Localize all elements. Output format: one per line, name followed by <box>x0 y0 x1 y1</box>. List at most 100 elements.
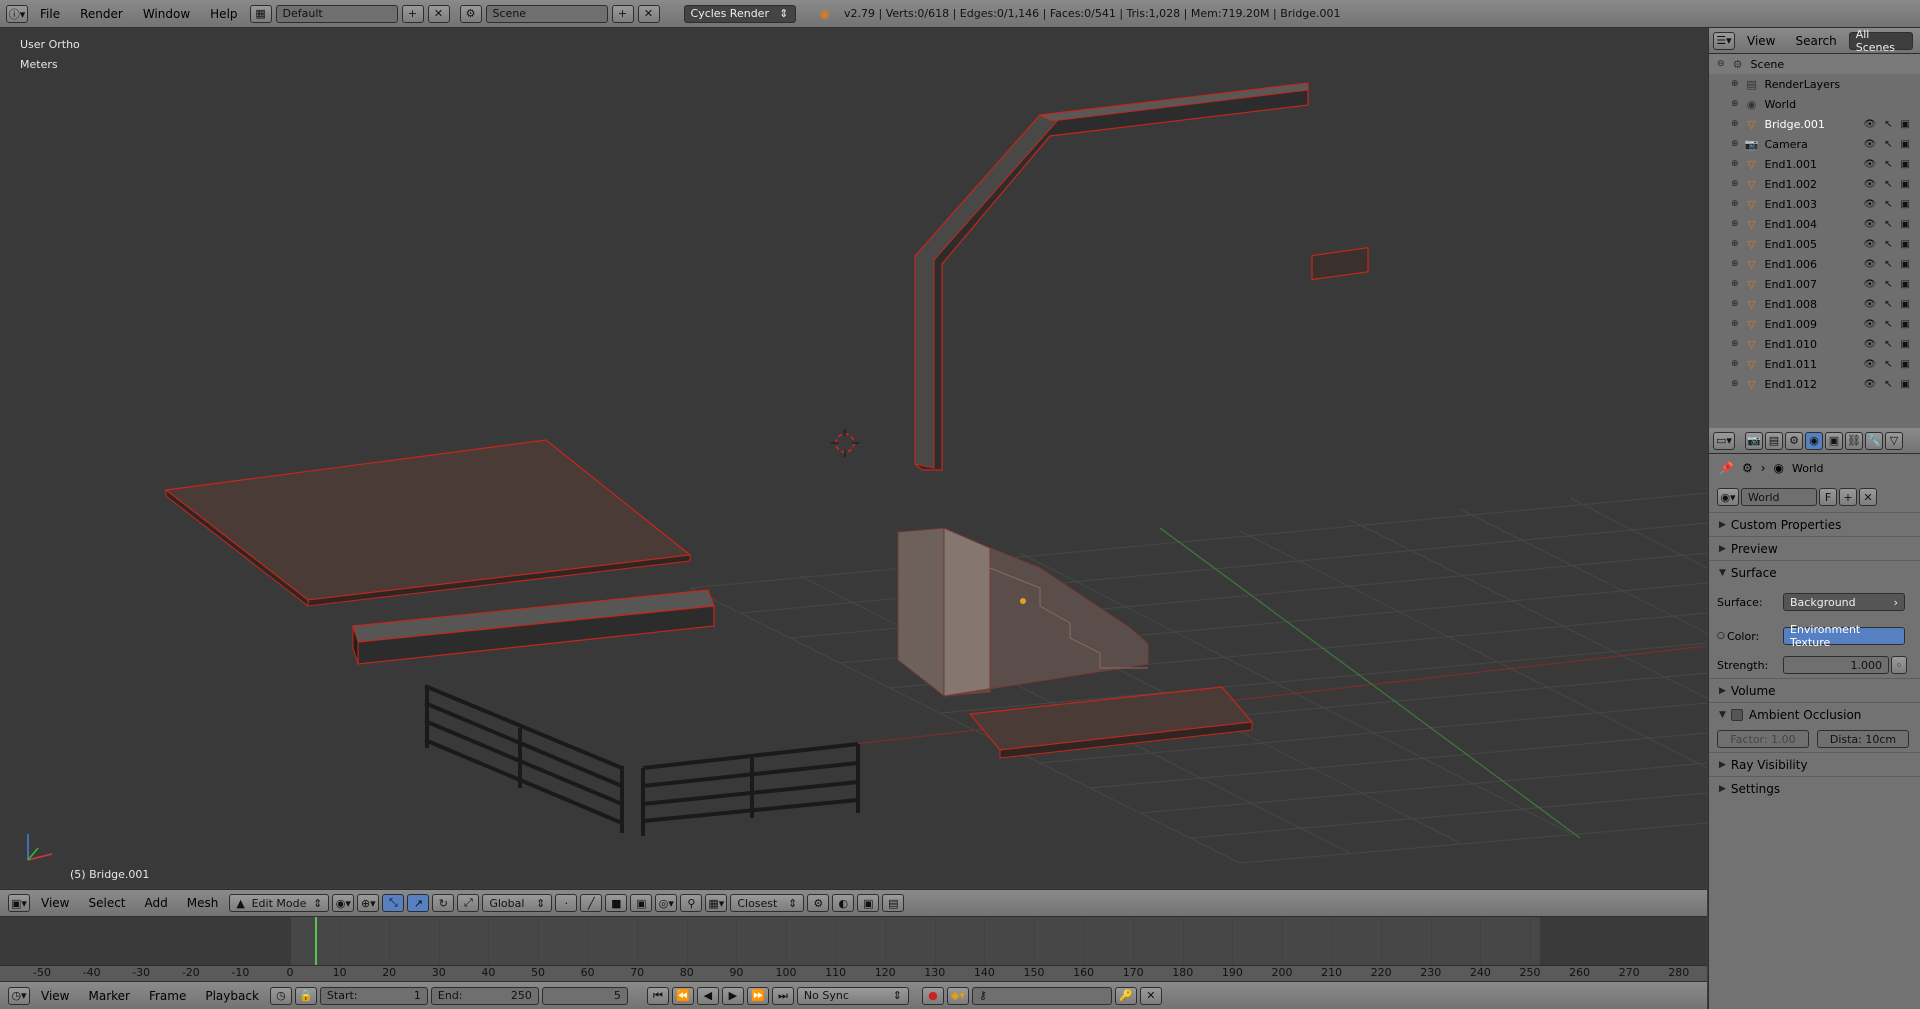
panel-surface[interactable]: ▼ Surface <box>1709 560 1920 584</box>
play-reverse-icon[interactable]: ◀ <box>696 986 719 1005</box>
menu-file[interactable]: File <box>32 7 68 21</box>
panel-ambient-occlusion[interactable]: ▼ Ambient Occlusion <box>1709 702 1920 726</box>
ao-enable-checkbox[interactable] <box>1730 708 1743 721</box>
render-icon[interactable]: ▣ <box>1901 339 1910 350</box>
end-frame-field[interactable]: End: 250 <box>430 986 539 1005</box>
keying-set-field[interactable]: ⚷ <box>971 986 1112 1005</box>
render-preview-icon[interactable]: ◐ <box>832 894 855 912</box>
viewport-shading-button[interactable]: ◉▾ <box>332 894 355 912</box>
render-icon[interactable]: ▣ <box>1901 239 1910 250</box>
cursor-select-icon[interactable]: ↖ <box>1884 299 1892 310</box>
eye-icon[interactable]: 👁 <box>1863 139 1876 150</box>
remove-layout-button[interactable]: ✕ <box>427 4 450 23</box>
outliner-item[interactable]: ⊕ ▽ End1.004 👁 ↖ ▣ <box>1709 214 1920 234</box>
expand-toggle-icon[interactable]: ⊕ <box>1731 179 1739 189</box>
eye-icon[interactable]: 👁 <box>1863 319 1876 330</box>
stairs-mesh[interactable] <box>897 527 1149 697</box>
outliner-item[interactable]: ⊕ ◉ World <box>1709 94 1920 114</box>
cursor-select-icon[interactable]: ↖ <box>1884 379 1892 390</box>
record-icon[interactable]: ● <box>921 986 944 1005</box>
floor-plate-mesh[interactable] <box>164 439 692 608</box>
fake-user-button[interactable]: F <box>1819 488 1837 506</box>
3d-cursor-icon[interactable] <box>831 429 859 457</box>
outliner-item[interactable]: ⊕ ▽ End1.012 👁 ↖ ▣ <box>1709 374 1920 394</box>
expand-toggle-icon[interactable]: ⊕ <box>1731 119 1739 129</box>
limit-selection-icon[interactable]: ▣ <box>630 894 653 912</box>
timeline-editor-type-button[interactable]: ◷▾ <box>8 986 30 1005</box>
outliner-item[interactable]: ⊕ 📷 Camera 👁 ↖ ▣ <box>1709 134 1920 154</box>
screen-layout-field[interactable]: Default <box>275 4 398 23</box>
eye-icon[interactable]: 👁 <box>1863 179 1876 190</box>
render-icon[interactable]: ▣ <box>1901 139 1910 150</box>
cursor-select-icon[interactable]: ↖ <box>1884 199 1892 210</box>
opengl-anim-icon[interactable]: ▤ <box>882 894 905 912</box>
outliner-menu-search[interactable]: Search <box>1787 34 1844 48</box>
render-icon[interactable]: ▣ <box>1901 379 1910 390</box>
insert-keyframe-icon[interactable]: 🔑 <box>1114 986 1137 1005</box>
eye-icon[interactable]: 👁 <box>1863 339 1876 350</box>
eye-icon[interactable]: 👁 <box>1863 119 1876 130</box>
menu-render[interactable]: Render <box>72 7 131 21</box>
modifiers-tab-icon[interactable]: 🔧 <box>1865 431 1883 450</box>
expand-toggle-icon[interactable]: ⊖ <box>1717 59 1725 69</box>
menu-mesh[interactable]: Mesh <box>179 896 227 910</box>
render-icon[interactable]: ▣ <box>1901 219 1910 230</box>
orientation-dropdown[interactable]: Global ⇕ <box>482 894 553 912</box>
expand-toggle-icon[interactable]: ⊕ <box>1731 99 1739 109</box>
eye-icon[interactable]: 👁 <box>1863 279 1876 290</box>
eye-icon[interactable]: 👁 <box>1863 219 1876 230</box>
eye-icon[interactable]: 👁 <box>1863 239 1876 250</box>
color-input-button[interactable]: Environment Texture <box>1783 623 1905 649</box>
expand-toggle-icon[interactable]: ⊕ <box>1731 299 1739 309</box>
data-tab-icon[interactable]: ▽ <box>1885 431 1903 450</box>
eye-icon[interactable]: 👁 <box>1863 359 1876 370</box>
info-editor-type-button[interactable]: ⓘ▾ <box>6 4 28 23</box>
outliner-filter-dropdown[interactable]: All Scenes <box>1848 28 1913 54</box>
scene-icon[interactable]: ⚙ <box>459 4 482 23</box>
cursor-select-icon[interactable]: ↖ <box>1884 339 1892 350</box>
cursor-select-icon[interactable]: ↖ <box>1884 139 1892 150</box>
panel-volume[interactable]: ▶ Volume <box>1709 678 1920 702</box>
expand-toggle-icon[interactable]: ⊕ <box>1731 319 1739 329</box>
render-icon[interactable]: ▣ <box>1901 159 1910 170</box>
jump-end-icon[interactable]: ⏭ <box>771 986 794 1005</box>
surface-dropdown[interactable]: Background › <box>1783 593 1905 611</box>
preview-range-icon[interactable]: ◷ <box>269 986 292 1005</box>
editor-type-button[interactable]: ▣▾ <box>8 894 30 912</box>
railing-right-mesh[interactable] <box>641 742 860 836</box>
eye-icon[interactable]: 👁 <box>1863 159 1876 170</box>
outliner-item[interactable]: ⊕ ▽ End1.001 👁 ↖ ▣ <box>1709 154 1920 174</box>
start-frame-field[interactable]: Start: 1 <box>319 986 428 1005</box>
expand-toggle-icon[interactable]: ⊕ <box>1731 159 1739 169</box>
render-icon[interactable]: ▣ <box>1901 299 1910 310</box>
panel-settings[interactable]: ▶ Settings <box>1709 776 1920 800</box>
snap-element-icon[interactable]: ▦▾ <box>705 894 728 912</box>
new-world-button[interactable]: + <box>1839 488 1857 506</box>
keying-icon[interactable]: ◆▾ <box>946 986 969 1005</box>
pivot-point-button[interactable]: ⊕▾ <box>357 894 380 912</box>
world-tab-icon[interactable]: ◉ <box>1805 431 1823 450</box>
menu-view[interactable]: View <box>33 896 77 910</box>
props-editor-type-button[interactable]: ▭▾ <box>1713 431 1735 450</box>
eye-icon[interactable]: 👁 <box>1863 379 1876 390</box>
expand-toggle-icon[interactable]: ⊕ <box>1731 79 1739 89</box>
cursor-select-icon[interactable]: ↖ <box>1884 159 1892 170</box>
manipulator-toggle-icon[interactable]: ⤡ <box>382 894 405 912</box>
eye-icon[interactable]: 👁 <box>1863 299 1876 310</box>
cursor-select-icon[interactable]: ↖ <box>1884 359 1892 370</box>
expand-toggle-icon[interactable]: ⊕ <box>1731 379 1739 389</box>
outliner-item[interactable]: ⊕ ▽ End1.007 👁 ↖ ▣ <box>1709 274 1920 294</box>
jump-keyframe-back-icon[interactable]: ⏪ <box>671 986 694 1005</box>
outliner-item[interactable]: ⊕ ▽ End1.005 👁 ↖ ▣ <box>1709 234 1920 254</box>
render-layers-tab-icon[interactable]: ▤ <box>1765 431 1783 450</box>
cursor-select-icon[interactable]: ↖ <box>1884 239 1892 250</box>
outliner-item[interactable]: ⊕ ▽ End1.009 👁 ↖ ▣ <box>1709 314 1920 334</box>
snap-options-icon[interactable]: ⚙ <box>807 894 830 912</box>
snap-target-dropdown[interactable]: Closest ⇕ <box>730 894 805 912</box>
outliner-menu-view[interactable]: View <box>1739 34 1783 48</box>
cursor-select-icon[interactable]: ↖ <box>1884 179 1892 190</box>
render-icon[interactable]: ▣ <box>1901 199 1910 210</box>
proportional-edit-icon[interactable]: ◎▾ <box>655 894 678 912</box>
world-name-field[interactable]: World <box>1741 488 1817 506</box>
scale-manipulator-icon[interactable]: ⤢ <box>457 894 480 912</box>
